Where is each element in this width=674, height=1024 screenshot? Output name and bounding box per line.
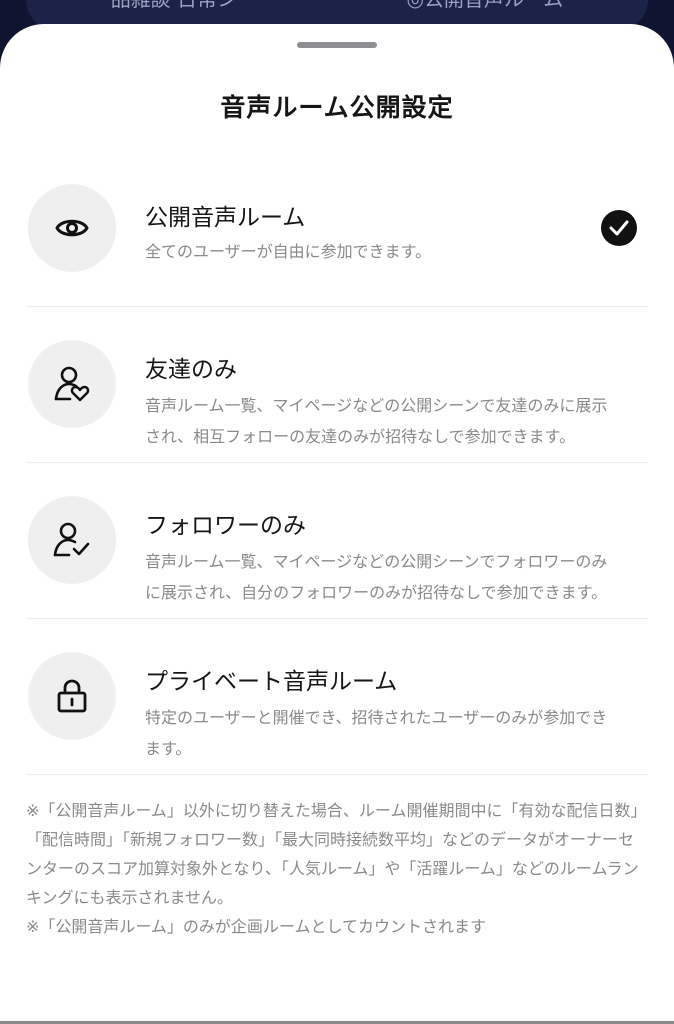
- divider: [26, 306, 648, 307]
- divider: [26, 774, 648, 775]
- option-private-room[interactable]: プライベート音声ルーム 特定のユーザーと開催でき、招待されたユーザーのみが参加で…: [26, 634, 648, 764]
- note-event-room: ※「公開音声ルーム」のみが企画ルームとしてカウントされます: [26, 917, 486, 936]
- background-tab-public-room: ◎公開音声ルーム: [406, 0, 563, 12]
- divider: [26, 462, 648, 463]
- visibility-settings-sheet: 音声ルーム公開設定 公開音声ルーム 全てのユーザーが自由に参加できます。 友達の…: [0, 24, 674, 1024]
- option-description: 音声ルーム一覧、マイページなどの公開シーンでフォロワーのみに展示され、自分のフォ…: [145, 552, 608, 602]
- user-heart-icon: [28, 340, 116, 428]
- note-ranking-exclusion: ※「公開音声ルーム」以外に切り替えた場合、ルーム開催期間中に「有効な配信日数」「…: [26, 801, 639, 907]
- option-followers-only[interactable]: フォロワーのみ 音声ルーム一覧、マイページなどの公開シーンでフォロワーのみに展示…: [26, 478, 648, 618]
- eye-icon: [28, 184, 116, 272]
- option-title: プライベート音声ルーム: [145, 669, 398, 695]
- sheet-title: 音声ルーム公開設定: [220, 93, 454, 122]
- option-public-room[interactable]: 公開音声ルーム 全てのユーザーが自由に参加できます。: [26, 184, 648, 304]
- option-friends-only[interactable]: 友達のみ 音声ルーム一覧、マイページなどの公開シーンで友達のみに展示され、相互フ…: [26, 322, 648, 462]
- notes-section: ※「公開音声ルーム」以外に切り替えた場合、ルーム開催期間中に「有効な配信日数」「…: [26, 796, 646, 941]
- sheet-drag-handle[interactable]: [297, 42, 377, 48]
- option-title: 公開音声ルーム: [145, 205, 306, 231]
- option-title: 友達のみ: [145, 357, 237, 383]
- lock-icon: [28, 652, 116, 740]
- option-description: 特定のユーザーと開催でき、招待されたユーザーのみが参加できます。: [145, 708, 608, 758]
- divider: [26, 618, 648, 619]
- option-description: 音声ルーム一覧、マイページなどの公開シーンで友達のみに展示され、相互フォローの友…: [145, 396, 608, 446]
- option-description: 全てのユーザーが自由に参加できます。: [145, 242, 432, 261]
- selected-check-icon: [601, 210, 637, 246]
- user-check-icon: [28, 496, 116, 584]
- option-title: フォロワーのみ: [145, 513, 306, 539]
- background-tab-chat: 品雑談·日常シ: [111, 0, 237, 12]
